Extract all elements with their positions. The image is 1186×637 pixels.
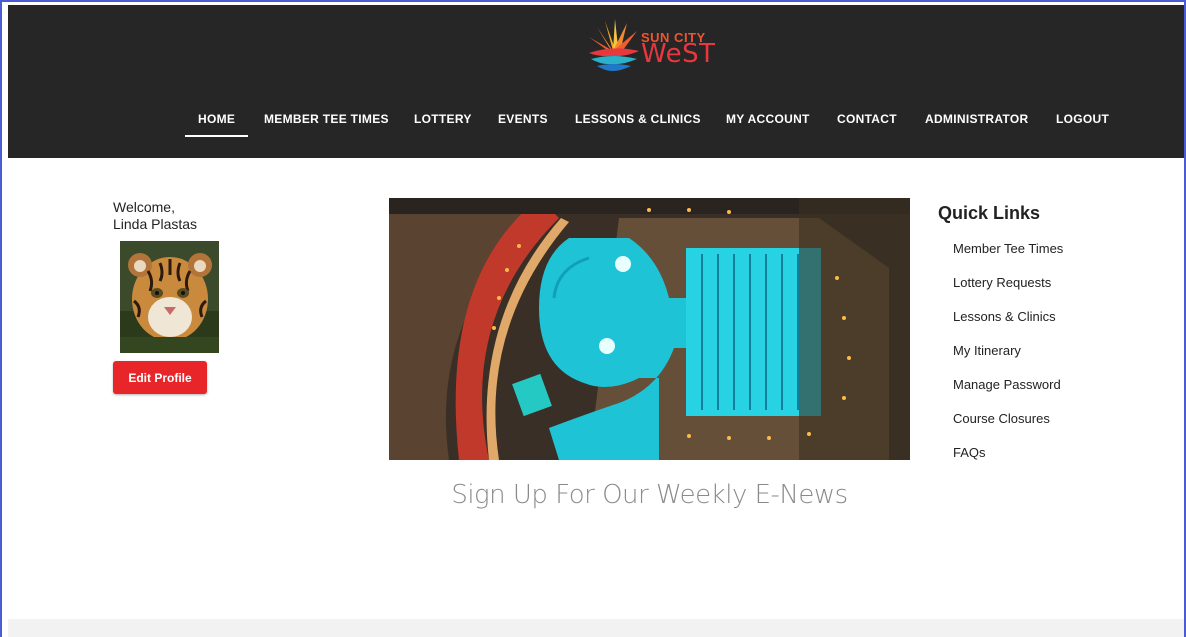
nav-events[interactable]: EVENTS	[498, 111, 548, 139]
edit-profile-button[interactable]: Edit Profile	[113, 361, 207, 394]
sunburst-logo-icon	[589, 19, 639, 71]
tiger-cub-photo-icon	[120, 241, 219, 353]
quick-link-lessons-clinics[interactable]: Lessons & Clinics	[953, 309, 1063, 343]
nav-contact[interactable]: CONTACT	[837, 111, 897, 139]
quick-link-member-tee-times[interactable]: Member Tee Times	[953, 241, 1063, 275]
hero-image	[389, 198, 910, 460]
logo-text-bottom: WeST	[641, 39, 716, 69]
nav-my-account[interactable]: MY ACCOUNT	[726, 111, 810, 139]
nav-member-tee-times[interactable]: MEMBER TEE TIMES	[264, 111, 389, 139]
quick-links-list: Member Tee Times Lottery Requests Lesson…	[953, 241, 1063, 479]
user-name: Linda Plastas	[113, 216, 198, 232]
quick-link-lottery-requests[interactable]: Lottery Requests	[953, 275, 1063, 309]
avatar	[120, 241, 219, 353]
site-header: SUN CITY WeST HOME MEMBER TEE TIMES LOTT…	[8, 5, 1184, 158]
nav-logout[interactable]: LOGOUT	[1056, 111, 1109, 139]
nav-home[interactable]: HOME	[184, 111, 249, 139]
sun-city-west-logo[interactable]: SUN CITY WeST	[585, 17, 725, 77]
quick-link-manage-password[interactable]: Manage Password	[953, 377, 1063, 411]
welcome-block: Welcome, Linda Plastas	[113, 199, 197, 233]
welcome-label: Welcome,	[113, 199, 175, 215]
aerial-pool-photo-icon	[389, 198, 910, 460]
quick-link-my-itinerary[interactable]: My Itinerary	[953, 343, 1063, 377]
nav-lottery[interactable]: LOTTERY	[414, 111, 472, 139]
nav-lessons-clinics[interactable]: LESSONS & CLINICS	[575, 111, 701, 139]
quick-link-faqs[interactable]: FAQs	[953, 445, 1063, 479]
nav-administrator[interactable]: ADMINISTRATOR	[925, 111, 1028, 139]
main-nav: HOME MEMBER TEE TIMES LOTTERY EVENTS LES…	[16, 111, 1186, 145]
footer-strip	[8, 619, 1184, 637]
quick-links-title: Quick Links	[938, 203, 1041, 223]
enews-signup-link[interactable]: Sign Up For Our Weekly E-News	[389, 480, 910, 510]
quick-link-course-closures[interactable]: Course Closures	[953, 411, 1063, 445]
